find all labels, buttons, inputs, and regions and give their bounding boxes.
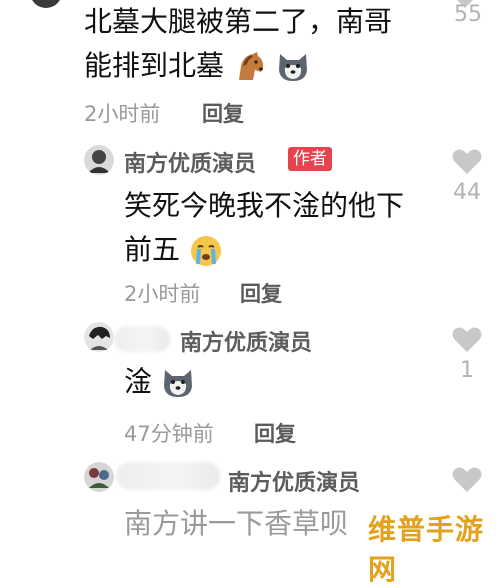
- heart-icon[interactable]: [452, 326, 482, 353]
- like-count: 1: [460, 358, 474, 383]
- avatar[interactable]: [84, 145, 114, 175]
- timestamp: 47分钟前: [124, 422, 214, 446]
- crying-emoji: [189, 234, 223, 268]
- comment-text: 淦: [124, 360, 195, 404]
- husky-emoji: [161, 366, 195, 400]
- comment-text: 笑死今晚我不淦的他下 前五: [124, 189, 405, 268]
- like-count: 44: [453, 180, 481, 205]
- reply-button[interactable]: 回复: [202, 98, 244, 128]
- reply-button[interactable]: 回复: [240, 278, 282, 308]
- author-badge: 作者: [288, 147, 332, 171]
- heart-icon[interactable]: [452, 466, 482, 493]
- username[interactable]: 南方优质演员: [180, 325, 312, 357]
- avatar[interactable]: [84, 322, 114, 352]
- username[interactable]: 南方优质演员: [124, 146, 256, 178]
- heart-icon[interactable]: [452, 148, 482, 175]
- like-count: 55: [454, 2, 482, 27]
- timestamp: 2小时前: [84, 102, 161, 126]
- comment-text: 南方讲一下香草呗: [124, 507, 349, 540]
- username[interactable]: 南方优质演员: [228, 465, 360, 497]
- horse-emoji: [233, 50, 267, 84]
- avatar[interactable]: [84, 462, 114, 492]
- redacted-username: [116, 462, 220, 490]
- watermark: 维普手游网: [368, 513, 485, 586]
- avatar[interactable]: [30, 0, 62, 12]
- redacted-username: [114, 326, 170, 352]
- reply-button[interactable]: 回复: [254, 418, 296, 448]
- husky-emoji: [276, 50, 310, 84]
- timestamp: 2小时前: [124, 282, 201, 306]
- comment-text: 北墓大腿被第二了，南哥 能排到北墓: [84, 5, 393, 84]
